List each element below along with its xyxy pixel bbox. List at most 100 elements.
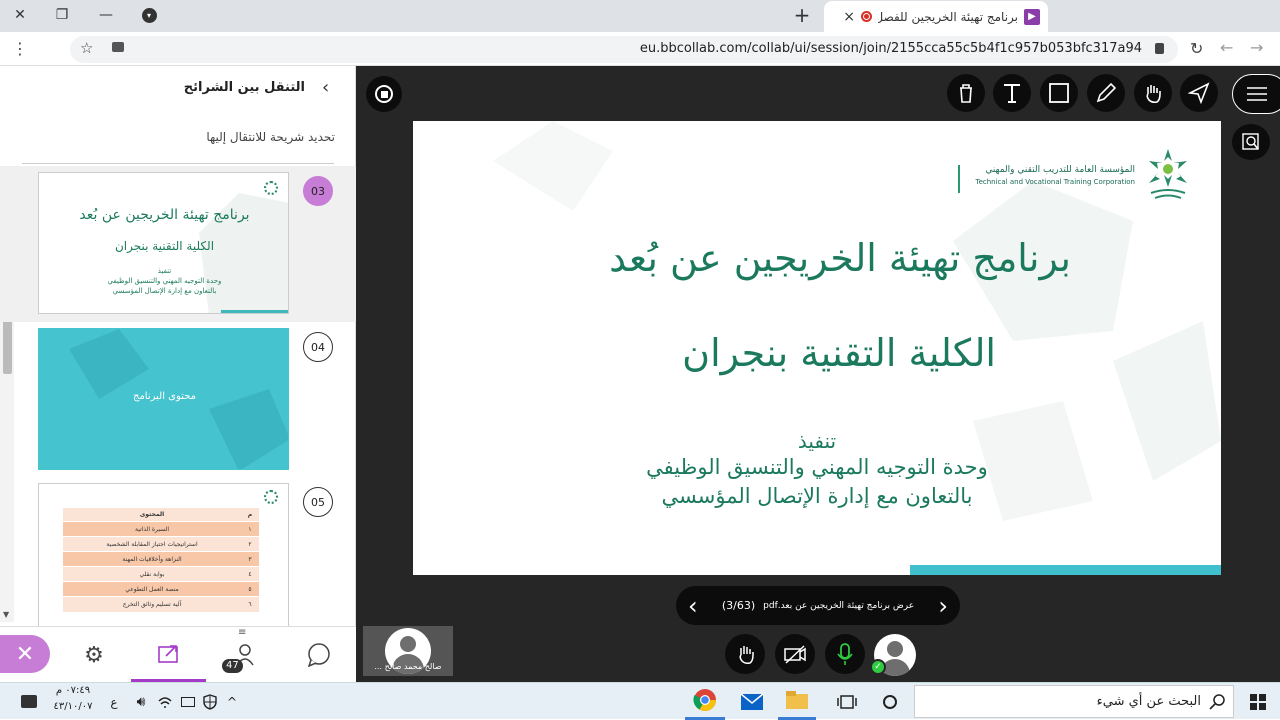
chat-button[interactable] [294,627,344,683]
close-window-icon[interactable]: ✕ [0,0,40,30]
shape-tool-button[interactable] [1040,74,1078,112]
gear-icon: ⚙ [84,642,104,668]
task-view-icon[interactable] [830,683,864,720]
session-menu-button[interactable] [1232,74,1280,114]
slide-number-badge: 03 [303,176,333,206]
microphone-toggle-button[interactable] [825,634,865,674]
bookmark-star-icon[interactable]: ☆ [80,39,93,57]
logo-divider [958,165,960,193]
stop-sharing-button[interactable] [366,76,402,112]
text-tool-button[interactable] [993,74,1031,112]
clock-date[interactable]: ٤٣/١٠/٠٧ [52,701,94,712]
slide-thumb-title: محتوى البرنامج [132,391,196,402]
wifi-icon[interactable] [155,683,175,720]
chevron-left-icon[interactable]: ‹ [322,77,329,98]
table-row: ٦ آلية تسليم وثائق التخرج [63,597,259,612]
taskbar-search-box[interactable]: البحث عن أي شيء [914,685,1234,718]
battery-icon[interactable] [178,683,198,720]
microphone-icon [837,643,853,665]
slide-navigation-panel: ‹ التنقل بين الشرائح تحديد شريحة للانتقا… [0,66,356,682]
chrome-taskbar-icon[interactable] [685,683,725,720]
participants-count-badge: 47 [222,659,243,673]
new-tab-button[interactable]: + [782,0,822,30]
slide-line-collaboration: بالتعاون مع إدارة الإتصال المؤسسي [661,484,973,508]
address-bar: ⋮ ☆ eu.bbcollab.com/collab/ui/session/jo… [0,32,1280,66]
reload-icon[interactable]: ↻ [1190,39,1203,58]
forward-arrow-icon[interactable]: → [1250,38,1263,57]
presenter-name: صالح محمد صالح ... [374,662,442,671]
cortana-icon[interactable] [874,683,906,720]
pan-tool-button[interactable] [1134,74,1172,112]
slide-thumbnail[interactable]: محتوى البرنامج [38,328,289,470]
slide-navigation-bar: ‹ (3/63) عرض برنامج تهيئة الخريجين عن بع… [676,586,960,625]
clock-time[interactable]: ٠٧:٤٩ م [52,685,94,696]
slide-page-indicator: (3/63) [721,599,756,612]
table-cell: ٤ [248,571,252,578]
previous-slide-button[interactable]: ‹ [688,594,698,618]
browser-tab-bar: ✕ ❐ — ▾ + × برنامج تهيئة الخريجين للفصل … [0,0,1280,32]
active-tab[interactable]: × برنامج تهيئة الخريجين للفصل ال ▶ [824,1,1048,32]
slide-thumb-title: برنامج تهيئة الخريجين عن بُعد [79,207,250,223]
input-language-indicator[interactable]: ع [104,683,124,720]
table-row: ٣ النزاهة وأخلاقيات المهنة [63,552,259,567]
slide-number-badge: 05 [303,487,333,517]
restore-window-icon[interactable]: ❐ [42,0,82,30]
trash-icon [960,84,972,103]
pointer-tool-button[interactable] [1180,74,1218,112]
windows-start-icon[interactable] [1240,683,1276,720]
slide-thumb-row[interactable]: برنامج تهيئة الخريجين عن بُعد الكلية الت… [0,166,356,322]
settings-button[interactable]: ⚙ [70,627,118,683]
tab-close-icon[interactable]: × [843,9,855,25]
delete-annotations-button[interactable] [947,74,985,112]
presenter-video-tile[interactable]: صالح محمد صالح ... [363,626,453,676]
minimize-window-icon[interactable]: — [86,0,126,30]
omnibox[interactable]: ☆ eu.bbcollab.com/collab/ui/session/join… [70,36,1178,63]
security-shield-icon[interactable] [200,683,220,720]
show-hidden-icons-chevron-icon[interactable]: ^ [222,683,242,720]
camera-toggle-button[interactable] [775,634,815,674]
divider [22,163,334,164]
next-slide-button[interactable]: › [938,594,948,618]
volume-icon[interactable]: 🔊︎ [130,683,152,720]
table-header-row: م المحتوى [63,508,259,522]
share-content-button[interactable] [131,627,206,683]
slide-thumbnail[interactable]: برنامج تهيئة الخريجين عن بُعد الكلية الت… [38,172,289,314]
table-row: ٢ استراتيجيات اجتياز المقابلة الشخصية [63,537,259,552]
drag-handle-icon[interactable]: ≡ [238,627,246,638]
stop-icon [375,85,393,103]
table-header-cell: المحتوى [139,511,165,518]
table-cell: السيرة الذاتية [134,526,170,533]
zoom-fit-button[interactable] [1232,124,1270,160]
panel-subtitle: تحديد شريحة للانتقال إليها [206,130,335,144]
cast-icon[interactable] [112,42,124,52]
slide-thumbnail[interactable]: م المحتوى ١ السيرة الذاتية ٢ استراتيجيات… [38,483,289,633]
recording-icon [861,11,872,22]
slide-thumb-line2: وحدة التوجيه المهني والتنسيق الوظيفي [107,277,222,285]
table-cell: استراتيجيات اجتياز المقابلة الشخصية [106,541,198,548]
menu-kebab-icon[interactable]: ⋮ [12,39,28,58]
pen-tool-button[interactable] [1087,74,1125,112]
mail-taskbar-icon[interactable] [733,683,771,720]
table-cell: بوابة نقلي [139,571,165,578]
file-explorer-taskbar-icon[interactable] [778,683,816,720]
lock-icon[interactable] [1155,43,1164,54]
notifications-icon[interactable] [14,683,44,720]
table-header-cell: م [247,511,253,518]
slide-thumb-row[interactable]: محتوى البرنامج 04 [0,322,356,478]
tvtc-logo-icon [264,181,278,195]
slide-line-implementation: تنفيذ [797,429,837,453]
slide-thumb-row[interactable]: م المحتوى ١ السيرة الذاتية ٢ استراتيجيات… [0,477,356,633]
back-arrow-icon[interactable]: ← [1220,38,1233,57]
url-text[interactable]: eu.bbcollab.com/collab/ui/session/join/2… [640,41,1142,56]
raise-hand-button[interactable] [725,634,765,674]
collaborate-favicon-icon: ▶ [1024,8,1040,25]
avatar-head [887,641,903,657]
attendees-button[interactable]: ≡ 47 [218,627,268,683]
close-panel-button[interactable]: ✕ [0,635,50,673]
tab-search-icon[interactable]: ▾ [129,0,169,30]
text-tool-icon [1004,84,1020,103]
raise-hand-icon [739,646,754,664]
pencil-icon [1096,82,1117,103]
slide-thumb-line3: بالتعاون مع إدارة الإتصال المؤسسي [112,287,217,295]
slide-subtitle: الكلية التقنية بنجران [682,331,996,375]
